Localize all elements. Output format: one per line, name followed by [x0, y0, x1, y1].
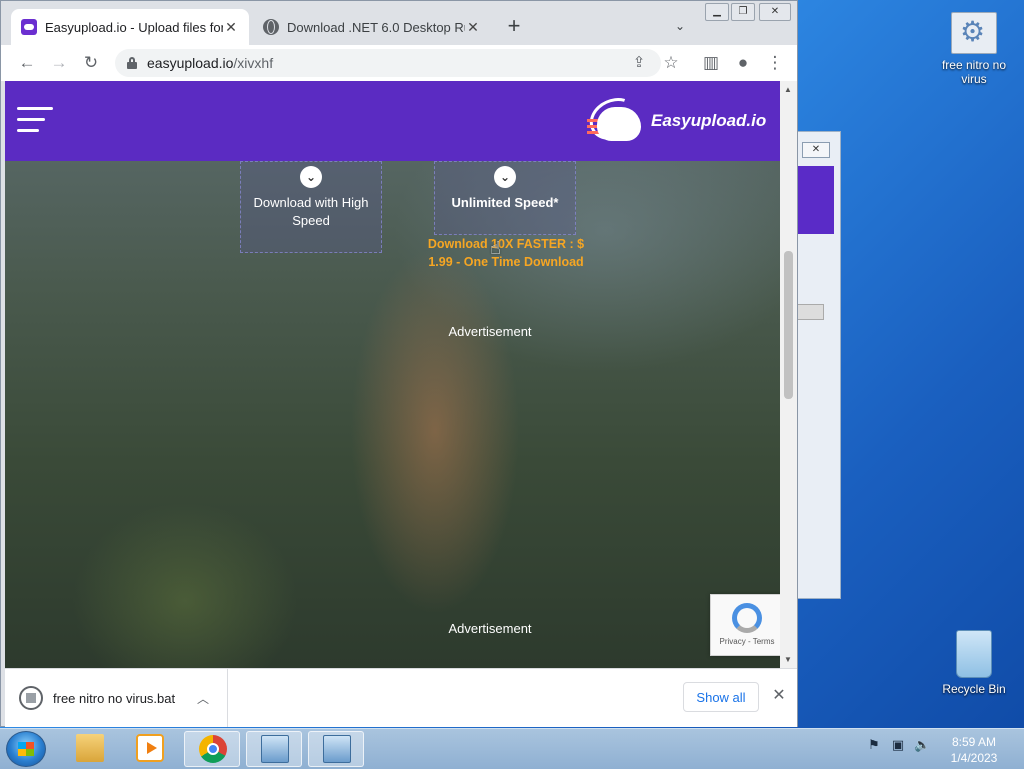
url-host: easyupload.io [147, 55, 234, 71]
download-high-speed-button[interactable]: ⌄ Download with High Speed [240, 161, 382, 253]
installer-icon [323, 735, 351, 763]
promo-text[interactable]: Download 10X FASTER : $ 1.99 - One Time … [415, 235, 597, 271]
desktop-icon-recycle-bin[interactable]: Recycle Bin [934, 630, 1014, 696]
scroll-up-icon[interactable]: ▲ [784, 85, 792, 94]
lock-icon[interactable] [127, 57, 137, 69]
desktop-icon-label: Recycle Bin [942, 682, 1006, 696]
taskbar: ⚑ ▣ 🔈 8:59 AM 1/4/2023 [0, 728, 1024, 769]
minimize-button[interactable]: ▁ [705, 3, 729, 21]
recycle-bin-icon [956, 630, 992, 678]
download-file-name: free nitro no virus.bat [53, 690, 176, 706]
site-logo[interactable]: Easyupload.io [582, 90, 777, 148]
volume-icon[interactable]: 🔈 [914, 737, 930, 753]
batch-file-icon [19, 686, 43, 710]
show-all-button[interactable]: Show all [683, 682, 759, 712]
new-tab-button[interactable]: + [501, 13, 527, 39]
chevron-down-icon: ⌄ [300, 166, 322, 188]
chevron-up-icon[interactable]: ︿ [193, 690, 213, 707]
taskbar-explorer[interactable] [62, 731, 118, 767]
system-tray: ⚑ ▣ 🔈 [866, 737, 930, 753]
background-window-progress [797, 304, 824, 320]
cloud-logo-icon [582, 90, 646, 148]
star-icon[interactable]: ☆ [659, 51, 683, 75]
profile-icon[interactable]: ● [731, 51, 755, 75]
tab-title: Easyupload.io - Upload files for f [45, 19, 223, 35]
action-center-icon[interactable]: ⚑ [866, 737, 882, 753]
site-header: Easyupload.io [5, 81, 780, 161]
network-icon[interactable]: ▣ [890, 737, 906, 753]
url-text: easyupload.io/xivxhf [147, 55, 273, 71]
browser-toolbar: ← → ↻ easyupload.io/xivxhf ⇪ ☆ ▥ ● ⋮ [1, 45, 797, 81]
recaptcha-links[interactable]: Privacy - Terms [711, 637, 780, 646]
chrome-icon [199, 735, 227, 763]
hamburger-menu-icon[interactable] [17, 107, 53, 135]
taskbar-media-player[interactable] [122, 731, 178, 767]
desktop-icon-label: free nitro no virus [941, 58, 1007, 86]
advertisement-label: Advertisement [448, 621, 532, 636]
back-arrow-icon[interactable]: ← [15, 51, 39, 75]
window-close-button[interactable]: ✕ [759, 3, 791, 21]
kebab-menu-icon[interactable]: ⋮ [763, 51, 787, 75]
media-player-icon [136, 734, 164, 762]
close-icon[interactable]: ✕ [769, 686, 789, 706]
download-shelf: free nitro no virus.bat ︿ Show all ✕ [5, 668, 797, 727]
system-clock[interactable]: 8:59 AM 1/4/2023 [944, 734, 1004, 766]
side-panel-icon[interactable]: ▥ [699, 51, 723, 75]
reload-icon[interactable]: ↻ [79, 51, 103, 75]
scrollbar-thumb[interactable] [784, 251, 793, 399]
advertisement-label: Advertisement [448, 324, 532, 339]
download-item[interactable]: free nitro no virus.bat ︿ [5, 669, 228, 727]
tab-title: Download .NET 6.0 Desktop Runt [287, 19, 465, 35]
unlimited-speed-button[interactable]: ⌄ Unlimited Speed* [434, 161, 576, 235]
background-window-banner [797, 166, 834, 234]
hand-cursor-icon: ☝ [490, 238, 501, 258]
recaptcha-badge[interactable]: Privacy - Terms [710, 594, 780, 656]
browser-window: Easyupload.io - Upload files for f ✕ Dow… [0, 0, 798, 727]
scroll-down-icon[interactable]: ▼ [784, 655, 792, 664]
start-button[interactable] [6, 731, 46, 767]
installer-icon [261, 735, 289, 763]
page-viewport: Easyupload.io ⌄ Download with High Speed… [5, 81, 780, 668]
taskbar-app-2[interactable] [308, 731, 364, 767]
close-icon[interactable]: ✕ [802, 142, 830, 158]
share-icon[interactable]: ⇪ [627, 51, 651, 75]
folder-icon [76, 734, 104, 762]
unlimited-speed-label: Unlimited Speed* [451, 195, 559, 210]
forward-arrow-icon[interactable]: → [47, 51, 71, 75]
page-scrollbar[interactable]: ▲ ▼ [780, 81, 797, 668]
globe-icon [263, 19, 279, 35]
url-path: /xivxhf [233, 55, 274, 71]
recaptcha-icon [732, 603, 762, 633]
desktop-icon-bat-file[interactable]: free nitro no virus [934, 12, 1014, 86]
tab-dotnet[interactable]: Download .NET 6.0 Desktop Runt ✕ [253, 9, 491, 45]
batch-file-icon [951, 12, 997, 54]
easyupload-favicon-icon [21, 19, 37, 35]
clock-time: 8:59 AM [951, 735, 997, 749]
download-high-speed-label: Download with High Speed [253, 195, 369, 228]
tab-easyupload[interactable]: Easyupload.io - Upload files for f ✕ [11, 9, 249, 45]
background-window[interactable]: ✕ [797, 131, 841, 599]
close-icon[interactable]: ✕ [465, 19, 481, 35]
maximize-button[interactable]: ❐ [731, 3, 755, 21]
address-bar[interactable]: easyupload.io/xivxhf [115, 49, 661, 77]
tab-strip: Easyupload.io - Upload files for f ✕ Dow… [1, 1, 797, 45]
taskbar-app-1[interactable] [246, 731, 302, 767]
chevron-down-icon: ⌄ [494, 166, 516, 188]
close-icon[interactable]: ✕ [223, 19, 239, 35]
chevron-down-icon[interactable]: ⌄ [669, 15, 691, 37]
clock-date: 1/4/2023 [950, 751, 998, 765]
taskbar-chrome[interactable] [184, 731, 240, 767]
logo-text: Easyupload.io [651, 111, 767, 130]
